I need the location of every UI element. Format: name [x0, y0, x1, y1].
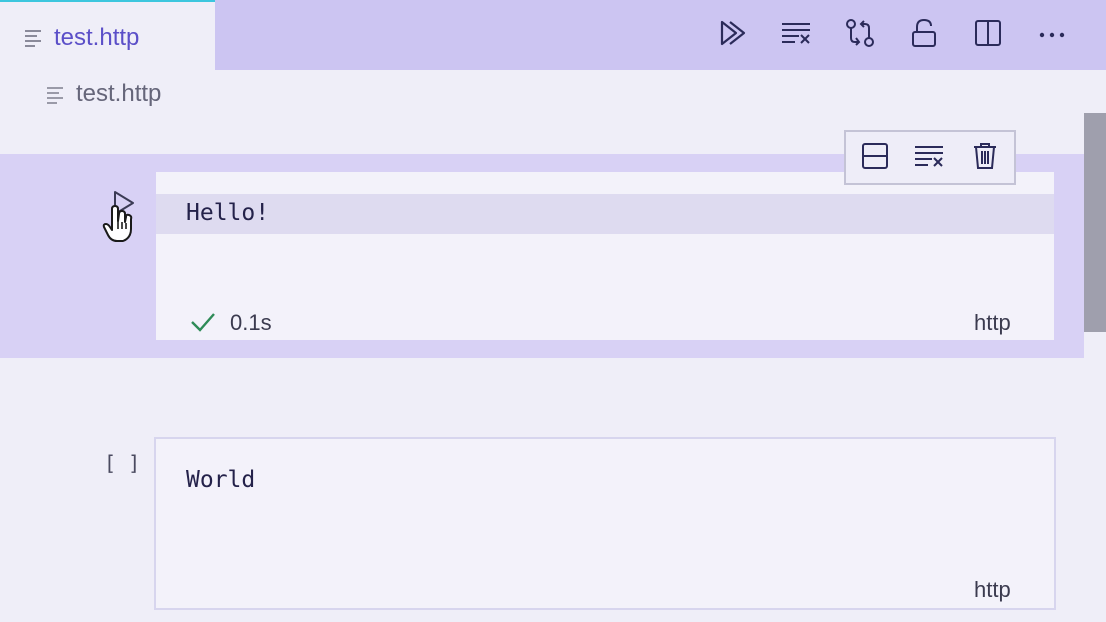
file-lines-icon	[46, 86, 66, 109]
notebook-editor: test.http test.http Hello! 0.1s http []…	[0, 0, 1106, 622]
cell-2-execution-count: [ ]	[104, 451, 141, 475]
lock-button[interactable]	[908, 18, 940, 53]
hand-pointer-icon	[102, 205, 136, 243]
current-line-highlight	[156, 194, 1054, 234]
ellipsis-icon	[1038, 26, 1066, 44]
clear-output-icon	[914, 144, 944, 173]
vertical-scrollbar-thumb[interactable]	[1084, 113, 1106, 332]
cell-2-language[interactable]: http	[974, 577, 1011, 603]
trash-icon	[973, 142, 997, 175]
file-lines-icon	[24, 29, 44, 52]
more-actions-button[interactable]	[1036, 19, 1068, 51]
clear-output-button[interactable]	[914, 143, 944, 173]
clear-all-outputs-button[interactable]	[780, 19, 812, 51]
split-cell-icon	[861, 142, 889, 175]
cell-1-code[interactable]: Hello!	[186, 200, 269, 226]
git-compare-icon	[845, 18, 875, 53]
unlock-icon	[910, 18, 938, 53]
split-editor-button[interactable]	[972, 19, 1004, 51]
check-icon	[190, 311, 216, 338]
tab-test-http[interactable]: test.http	[0, 0, 215, 70]
tab-bar: test.http	[0, 0, 1106, 70]
compare-changes-button[interactable]	[844, 18, 876, 53]
code-cell-2[interactable]	[154, 437, 1056, 610]
clear-all-icon	[781, 21, 811, 50]
run-all-button[interactable]	[716, 19, 748, 51]
cell-2-code[interactable]: World	[186, 467, 255, 493]
execution-time: 0.1s	[230, 310, 272, 335]
split-cell-button[interactable]	[860, 142, 890, 175]
tab-label: test.http	[54, 24, 140, 51]
breadcrumb-label: test.http	[76, 80, 162, 107]
split-editor-icon	[974, 19, 1002, 52]
cell-toolbar	[844, 130, 1016, 185]
run-all-icon	[718, 19, 746, 52]
cell-1-language[interactable]: http	[974, 310, 1011, 336]
delete-cell-button[interactable]	[970, 142, 1000, 175]
